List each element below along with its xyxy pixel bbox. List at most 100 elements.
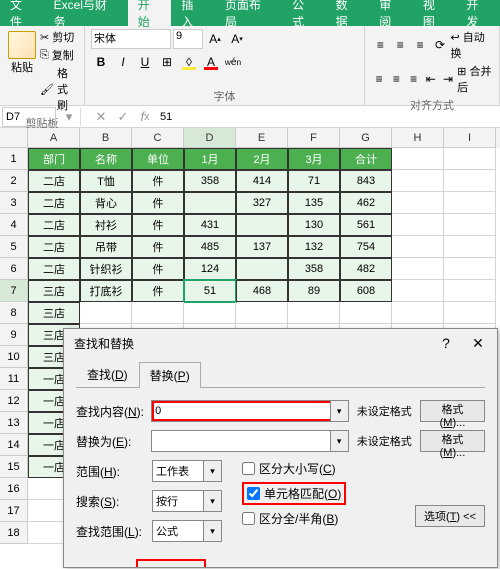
- table-cell[interactable]: 608: [340, 280, 392, 302]
- table-cell[interactable]: 468: [236, 280, 288, 302]
- align-bottom-button[interactable]: ≡: [411, 35, 430, 55]
- fill-color-button[interactable]: ◊: [179, 52, 199, 72]
- row-header[interactable]: 17: [0, 500, 28, 522]
- table-cell[interactable]: 130: [288, 214, 340, 236]
- cell[interactable]: [392, 148, 444, 170]
- table-cell[interactable]: [236, 258, 288, 280]
- paste-button[interactable]: 粘贴: [6, 29, 38, 115]
- cell[interactable]: [392, 214, 444, 236]
- orientation-button[interactable]: ⟳: [431, 35, 450, 55]
- italic-button[interactable]: I: [113, 52, 133, 72]
- indent-decrease-button[interactable]: ⇤: [423, 69, 439, 89]
- cell[interactable]: [444, 192, 496, 214]
- table-cell[interactable]: 358: [184, 170, 236, 192]
- replace-input[interactable]: ▾: [151, 430, 349, 452]
- table-cell[interactable]: [236, 214, 288, 236]
- table-header-cell[interactable]: 单位: [132, 148, 184, 170]
- cell[interactable]: [444, 214, 496, 236]
- align-center-button[interactable]: ≡: [388, 69, 404, 89]
- font-color-button[interactable]: A: [201, 52, 221, 72]
- formula-input[interactable]: 51: [156, 111, 500, 123]
- table-cell[interactable]: 打底衫: [80, 280, 132, 302]
- col-header-b[interactable]: B: [80, 128, 132, 148]
- name-dropdown-button[interactable]: ▾: [58, 107, 80, 127]
- table-cell[interactable]: [184, 192, 236, 214]
- row-header[interactable]: 6: [0, 258, 28, 280]
- cell[interactable]: [80, 302, 132, 324]
- table-cell[interactable]: 件: [132, 236, 184, 258]
- col-header-i[interactable]: I: [444, 128, 496, 148]
- cell[interactable]: [444, 236, 496, 258]
- row-header[interactable]: 5: [0, 236, 28, 258]
- accept-formula-button[interactable]: ✓: [112, 107, 134, 127]
- col-header-g[interactable]: G: [340, 128, 392, 148]
- table-header-cell[interactable]: 部门: [28, 148, 80, 170]
- match-fullwidth-checkbox[interactable]: 区分全/半角(B): [242, 510, 346, 527]
- dialog-close-button[interactable]: ✕: [463, 331, 493, 355]
- table-cell[interactable]: 件: [132, 280, 184, 302]
- align-middle-button[interactable]: ≡: [391, 35, 410, 55]
- table-header-cell[interactable]: 1月: [184, 148, 236, 170]
- table-cell[interactable]: 51: [184, 280, 236, 302]
- table-cell[interactable]: 件: [132, 170, 184, 192]
- table-cell[interactable]: 89: [288, 280, 340, 302]
- table-cell[interactable]: 124: [184, 258, 236, 280]
- table-cell[interactable]: 462: [340, 192, 392, 214]
- align-left-button[interactable]: ≡: [371, 69, 387, 89]
- row-header[interactable]: 3: [0, 192, 28, 214]
- table-cell[interactable]: 针织衫: [80, 258, 132, 280]
- cell[interactable]: [444, 258, 496, 280]
- find-input[interactable]: 0▾: [151, 400, 349, 422]
- row-header[interactable]: 12: [0, 390, 28, 412]
- table-cell[interactable]: 件: [132, 214, 184, 236]
- border-button[interactable]: ⊞: [157, 52, 177, 72]
- row-header[interactable]: 18: [0, 522, 28, 544]
- table-cell[interactable]: 327: [236, 192, 288, 214]
- table-cell[interactable]: 二店: [28, 236, 80, 258]
- table-cell[interactable]: 754: [340, 236, 392, 258]
- lookin-select[interactable]: 公式▾: [152, 520, 222, 542]
- row-header[interactable]: 11: [0, 368, 28, 390]
- table-cell[interactable]: 二店: [28, 214, 80, 236]
- row-header[interactable]: 16: [0, 478, 28, 500]
- table-cell[interactable]: 三店: [28, 302, 80, 324]
- table-cell[interactable]: 吊带: [80, 236, 132, 258]
- row-header[interactable]: 15: [0, 456, 28, 478]
- cancel-formula-button[interactable]: ✕: [90, 107, 112, 127]
- wrap-text-button[interactable]: ↩ 自动换: [451, 29, 493, 61]
- row-header[interactable]: 1: [0, 148, 28, 170]
- row-header[interactable]: 9: [0, 324, 28, 346]
- scope-select[interactable]: 工作表▾: [152, 460, 222, 482]
- cell[interactable]: [444, 302, 496, 324]
- col-header-d[interactable]: D: [184, 128, 236, 148]
- table-cell[interactable]: 431: [184, 214, 236, 236]
- col-header-h[interactable]: H: [392, 128, 444, 148]
- table-cell[interactable]: 二店: [28, 258, 80, 280]
- col-header-e[interactable]: E: [236, 128, 288, 148]
- font-name-select[interactable]: 宋体: [91, 29, 171, 49]
- table-cell[interactable]: 件: [132, 192, 184, 214]
- copy-button[interactable]: ⎘复制: [40, 47, 78, 63]
- table-header-cell[interactable]: 名称: [80, 148, 132, 170]
- table-header-cell[interactable]: 2月: [236, 148, 288, 170]
- table-cell[interactable]: 561: [340, 214, 392, 236]
- table-cell[interactable]: 132: [288, 236, 340, 258]
- match-case-input[interactable]: [242, 462, 255, 475]
- merge-button[interactable]: ⊞ 合并后: [457, 63, 493, 95]
- cell[interactable]: [444, 280, 496, 302]
- table-cell[interactable]: 71: [288, 170, 340, 192]
- table-cell[interactable]: 485: [184, 236, 236, 258]
- cell[interactable]: [340, 302, 392, 324]
- cell[interactable]: [392, 258, 444, 280]
- cell[interactable]: [392, 236, 444, 258]
- cell[interactable]: [392, 170, 444, 192]
- match-width-input[interactable]: [242, 512, 255, 525]
- cell[interactable]: [392, 192, 444, 214]
- replace-format-button[interactable]: 格式(M)...: [420, 430, 485, 452]
- table-cell[interactable]: 414: [236, 170, 288, 192]
- table-cell[interactable]: 482: [340, 258, 392, 280]
- indent-increase-button[interactable]: ⇥: [440, 69, 456, 89]
- decrease-font-button[interactable]: A▾: [227, 29, 247, 49]
- dialog-titlebar[interactable]: 查找和替换 ? ✕: [64, 329, 497, 357]
- find-format-button[interactable]: 格式(M)...: [420, 400, 485, 422]
